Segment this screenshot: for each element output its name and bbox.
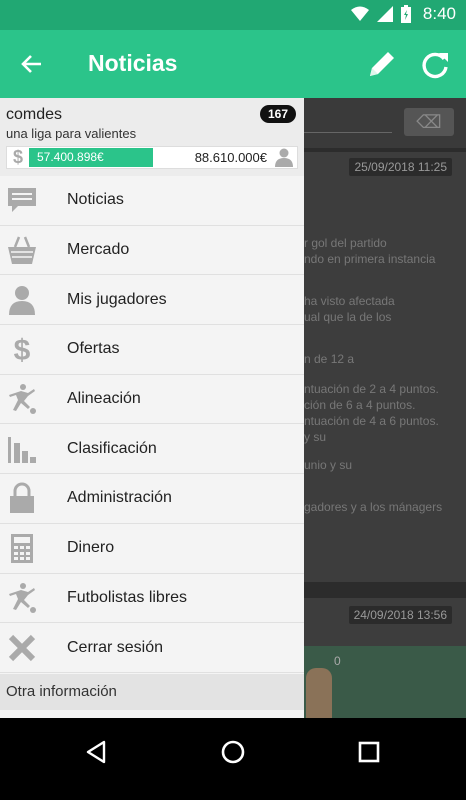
- news-line: ntuación de 4 a 6 puntos.: [304, 414, 439, 428]
- status-time: 8:40: [422, 4, 456, 23]
- menu-label: Cerrar sesión: [67, 638, 164, 656]
- home-circle-icon[interactable]: [217, 736, 249, 768]
- menu-label: Ofertas: [67, 340, 120, 358]
- news-date: 24/09/2018 13:56: [348, 606, 452, 624]
- menu-item-dinero[interactable]: Dinero: [0, 524, 304, 574]
- arrow-back-icon: [21, 55, 41, 73]
- svg-text:$: $: [14, 334, 31, 365]
- status-icons: 8:40: [350, 4, 456, 24]
- dollar-icon: $: [12, 147, 23, 167]
- money-available: 57.400.898€: [29, 148, 153, 167]
- edit-button[interactable]: [364, 48, 398, 82]
- background-search: ⌫: [304, 98, 466, 148]
- kicker-icon: [9, 582, 36, 613]
- menu-label: Futbolistas libres: [67, 588, 188, 606]
- system-nav-bar: [0, 718, 466, 800]
- menu-label: Administración: [67, 489, 172, 507]
- menu-item-noticias[interactable]: Noticias: [0, 176, 304, 226]
- player-number: 0: [334, 654, 341, 668]
- bar-chart-icon: [8, 436, 36, 463]
- drawer-menu: Noticias Mercado Mis jugadores $ Ofertas…: [0, 176, 304, 673]
- close-icon: [8, 634, 36, 661]
- news-line: n de 12 a: [304, 352, 355, 366]
- news-line: gadores y a los mánagers: [304, 500, 443, 514]
- news-line: y su: [304, 430, 327, 444]
- news-line: ción de 6 a 4 puntos.: [304, 398, 416, 412]
- back-button[interactable]: [16, 48, 48, 80]
- menu-item-mercado[interactable]: Mercado: [0, 226, 304, 276]
- menu-label: Mis jugadores: [67, 290, 167, 308]
- menu-item-administracion[interactable]: Administración: [0, 474, 304, 524]
- menu-label: Mercado: [67, 241, 130, 259]
- recents-square-icon[interactable]: [353, 736, 385, 768]
- menu-label: Clasificación: [67, 439, 157, 457]
- menu-item-ofertas[interactable]: $ Ofertas: [0, 325, 304, 375]
- menu-item-futbolistas-libres[interactable]: Futbolistas libres: [0, 574, 304, 624]
- search-underline: [304, 132, 392, 133]
- kicker-icon: [9, 384, 36, 415]
- money-row: $ 57.400.898€ 88.610.000€: [6, 146, 298, 169]
- menu-item-alineacion[interactable]: Alineación: [0, 375, 304, 425]
- refresh-button[interactable]: [418, 48, 452, 82]
- section-header-otra-informacion: Otra información: [0, 674, 304, 710]
- league-subtitle: una liga para valientes: [6, 126, 137, 141]
- menu-label: Alineación: [67, 390, 141, 408]
- drawer-header: comdes una liga para valientes 167 $ 57.…: [0, 98, 304, 176]
- player-card: 0: [304, 646, 466, 718]
- menu-item-mis-jugadores[interactable]: Mis jugadores: [0, 275, 304, 326]
- news-date: 25/09/2018 11:25: [349, 158, 452, 176]
- person-icon: [275, 148, 293, 167]
- news-line: r gol del partido: [304, 236, 387, 250]
- navigation-drawer: comdes una liga para valientes 167 $ 57.…: [0, 98, 304, 718]
- section-label: Otra información: [6, 683, 117, 700]
- menu-label: Noticias: [67, 191, 124, 209]
- battery-icon: [400, 5, 411, 23]
- clear-search-icon: ⌫: [404, 108, 454, 136]
- news-card: 25/09/2018 11:25 r gol del partido ndo e…: [304, 152, 466, 582]
- background-news-list: ⌫ 25/09/2018 11:25 r gol del partido ndo…: [304, 98, 466, 718]
- page-title: Noticias: [88, 50, 178, 76]
- person-icon: [9, 285, 35, 315]
- money-total: 88.610.000€: [194, 150, 267, 165]
- signal-icon: [376, 6, 393, 22]
- back-triangle-icon[interactable]: [80, 736, 112, 768]
- news-line: ha visto afectada: [304, 294, 395, 308]
- dollar-icon: $: [14, 334, 31, 365]
- menu-label: Dinero: [67, 539, 115, 557]
- news-line: ntuación de 2 a 4 puntos.: [304, 382, 439, 396]
- status-bar: 8:40: [0, 0, 466, 30]
- news-icon: [8, 188, 36, 213]
- basket-icon: [8, 236, 36, 265]
- app-bar: Noticias: [0, 30, 466, 98]
- lock-icon: [10, 482, 34, 514]
- menu-item-cerrar-sesion[interactable]: Cerrar sesión: [0, 623, 304, 673]
- notification-badge[interactable]: 167: [259, 105, 296, 123]
- news-line: unio y su: [304, 458, 353, 472]
- wifi-icon: [350, 6, 369, 21]
- edit-icon: [370, 52, 394, 76]
- calculator-icon: [11, 534, 33, 564]
- refresh-icon: [422, 52, 448, 79]
- league-name: comdes: [6, 106, 63, 123]
- menu-item-clasificacion[interactable]: Clasificación: [0, 424, 304, 475]
- player-photo: [306, 668, 332, 718]
- news-line: ndo en primera instancia: [304, 252, 436, 266]
- news-line: ual que la de los: [304, 310, 392, 324]
